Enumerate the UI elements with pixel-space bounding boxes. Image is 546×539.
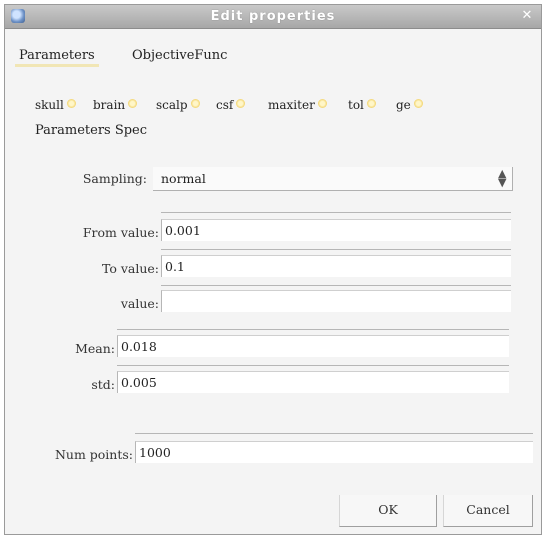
divider <box>117 329 509 330</box>
from-value-label: From value: <box>82 225 159 240</box>
param-tab-skull[interactable]: skull <box>35 98 76 112</box>
sampling-select[interactable]: normal ▲ ▼ <box>153 167 513 191</box>
value-input[interactable] <box>161 290 511 312</box>
param-tab-maxiter[interactable]: maxiter <box>268 98 327 112</box>
std-label: std: <box>91 377 115 392</box>
status-dot-icon <box>317 99 327 108</box>
status-dot-icon <box>366 99 376 108</box>
status-dot-icon <box>236 99 246 108</box>
updown-arrows-icon: ▲ ▼ <box>498 167 507 189</box>
edit-properties-dialog: Edit properties ✕ Parameters ObjectiveFu… <box>4 4 542 535</box>
from-value-input[interactable]: 0.001 <box>161 219 511 241</box>
to-value-input[interactable]: 0.1 <box>161 255 511 277</box>
divider <box>161 285 511 286</box>
param-tab-label: csf <box>216 98 234 112</box>
param-tab-label: skull <box>35 98 64 112</box>
sampling-value: normal <box>161 171 206 186</box>
num-points-input[interactable]: 1000 <box>135 441 533 463</box>
section-title: Parameters Spec <box>35 123 148 138</box>
mean-label: Mean: <box>75 341 115 356</box>
status-dot-icon <box>128 99 138 108</box>
status-dot-icon <box>190 99 200 108</box>
divider <box>117 365 509 366</box>
std-input[interactable]: 0.005 <box>117 371 509 393</box>
param-tab-scalp[interactable]: scalp <box>156 98 200 112</box>
num-points-label: Num points: <box>54 447 133 462</box>
close-icon[interactable]: ✕ <box>519 8 535 24</box>
param-tab-ge[interactable]: ge <box>396 98 423 112</box>
title-bar[interactable]: Edit properties ✕ <box>5 5 541 29</box>
divider <box>161 212 511 213</box>
param-tab-label: ge <box>396 98 411 112</box>
status-dot-icon <box>66 99 76 108</box>
param-tab-tol[interactable]: tol <box>348 98 376 112</box>
mean-input[interactable]: 0.018 <box>117 335 509 357</box>
tab-parameters[interactable]: Parameters <box>15 48 99 67</box>
divider <box>135 433 533 434</box>
tab-objectivefunc[interactable]: ObjectiveFunc <box>132 48 227 63</box>
param-tab-label: scalp <box>156 98 188 112</box>
cancel-button[interactable]: Cancel <box>443 495 533 527</box>
param-tab-label: tol <box>348 98 364 112</box>
status-dot-icon <box>413 99 423 108</box>
divider <box>161 249 511 250</box>
param-tab-label: brain <box>93 98 126 112</box>
window-title: Edit properties <box>210 9 336 24</box>
param-tab-brain[interactable]: brain <box>93 98 138 112</box>
to-value-label: To value: <box>101 261 159 276</box>
param-tab-csf[interactable]: csf <box>216 98 246 112</box>
param-tab-label: maxiter <box>268 98 315 112</box>
value-label: value: <box>120 296 159 311</box>
ok-button[interactable]: OK <box>339 495 437 527</box>
sampling-label: Sampling: <box>82 171 147 186</box>
